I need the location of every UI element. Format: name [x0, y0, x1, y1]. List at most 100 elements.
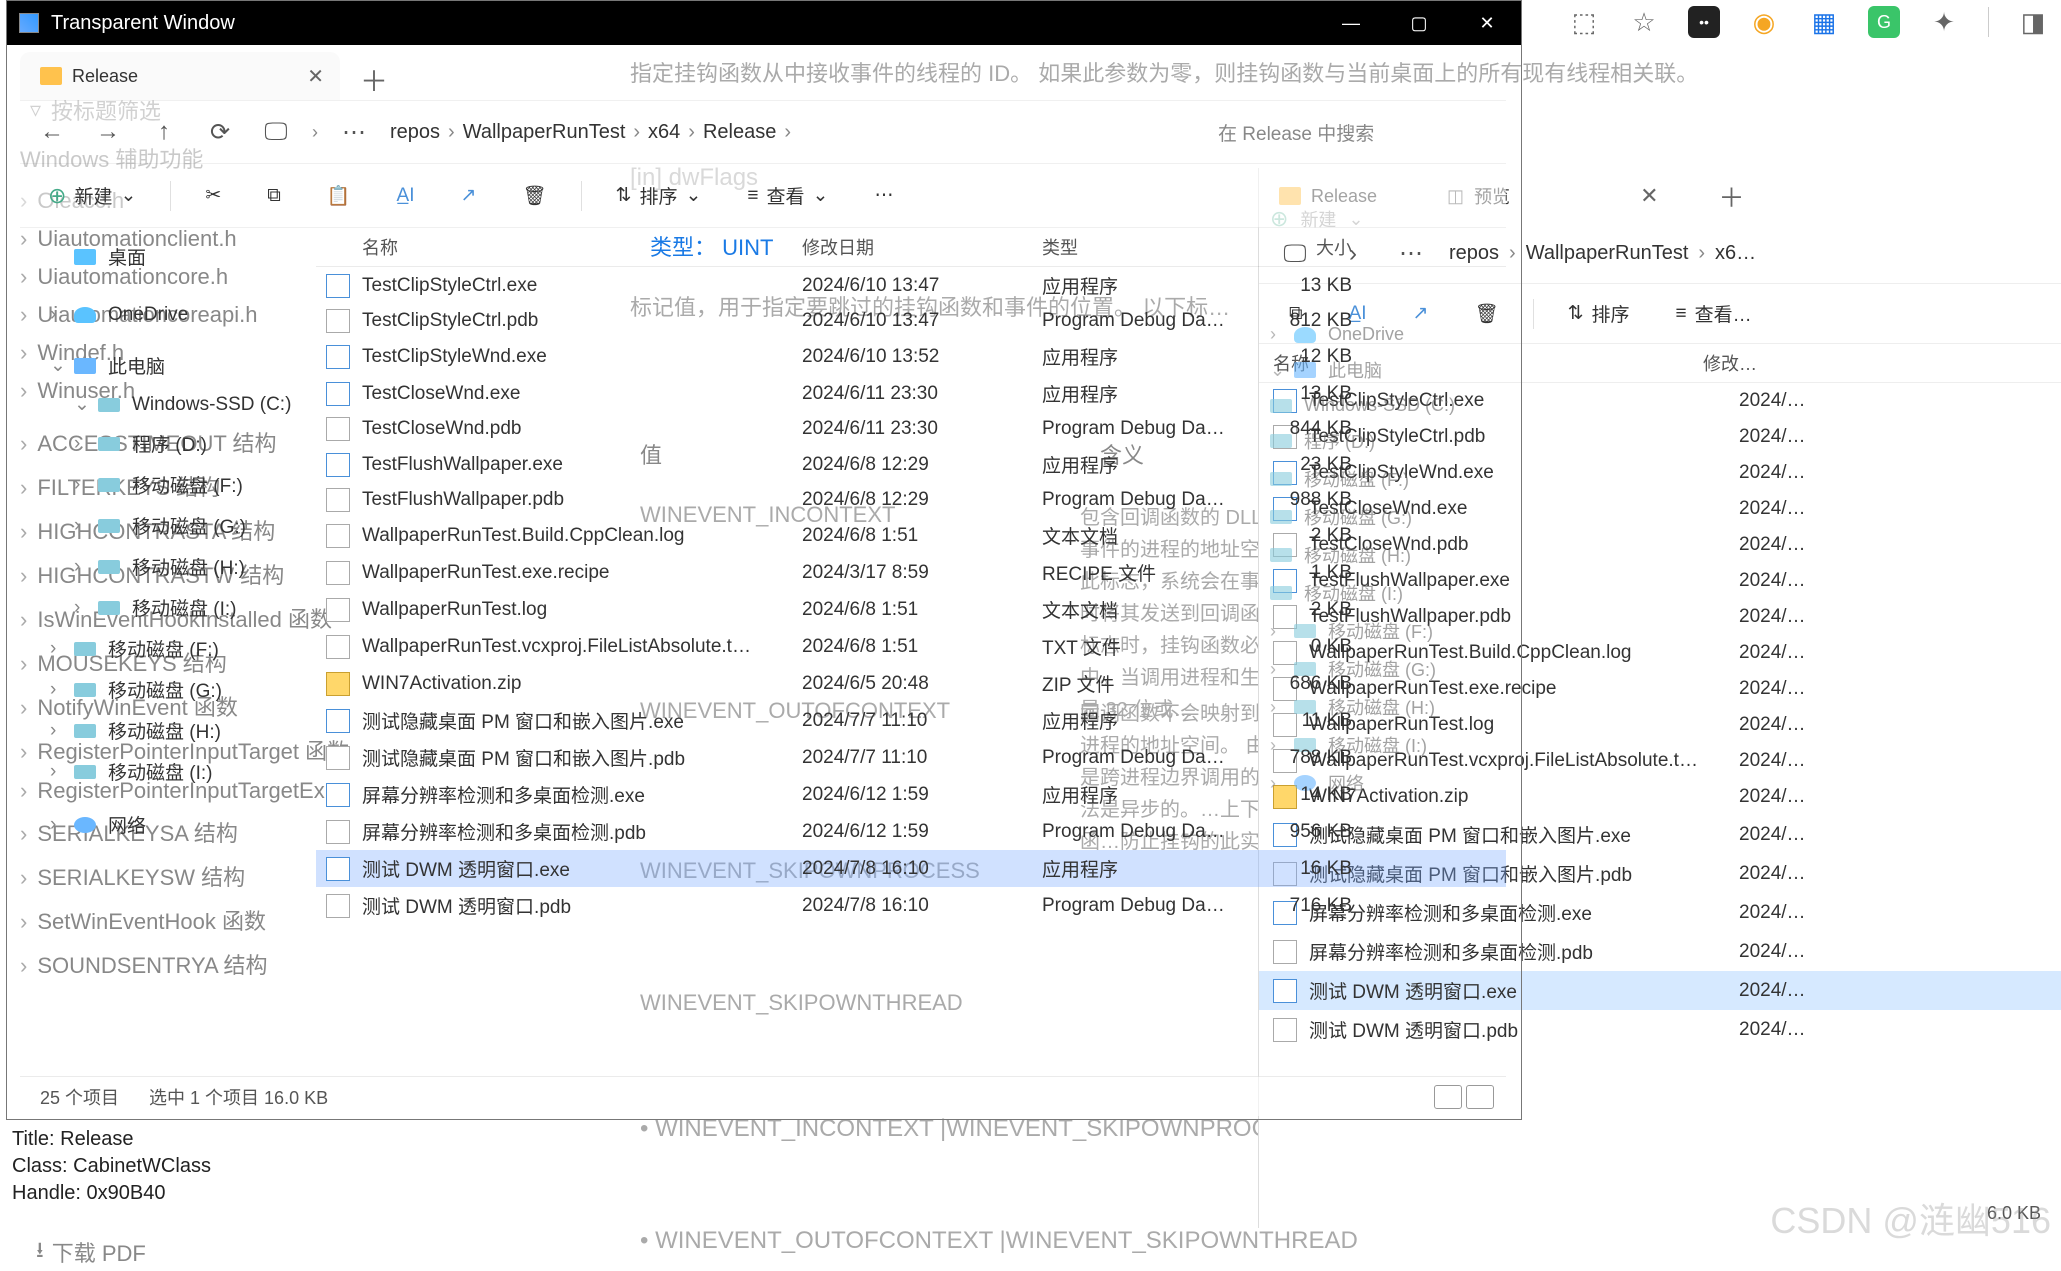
paste-button[interactable]: 📋 [315, 178, 363, 214]
file-row[interactable]: WallpaperRunTest.log2024/6/8 1:51文本文档2 K… [316, 591, 1506, 628]
file-icon [326, 524, 350, 548]
sidebar-toggle-icon[interactable]: ◨ [2017, 6, 2049, 38]
sidebar-onedrive[interactable]: ›OneDrive [20, 297, 316, 333]
file-row[interactable]: WallpaperRunTest.exe.recipe2024/3/17 8:5… [316, 554, 1506, 591]
file-icon [326, 309, 350, 333]
folder-icon [40, 67, 62, 85]
ext-dark-icon[interactable]: •• [1688, 6, 1720, 38]
extensions-icon[interactable]: ⬚ [1568, 6, 1600, 38]
copy-button[interactable]: ⧉ [255, 179, 293, 213]
refresh-button[interactable]: ⟳ [200, 112, 240, 152]
file-row[interactable]: TestCloseWnd.exe2024/6/11 23:30应用程序13 KB [316, 375, 1506, 412]
sidebar-i[interactable]: ›移动磁盘 (I:) [20, 587, 316, 628]
column-header[interactable]: 名称 修改日期 类型 大小 [316, 228, 1506, 267]
close-icon[interactable]: ✕ [307, 64, 324, 89]
col-name[interactable]: 名称 [362, 234, 802, 260]
window-title: Transparent Window [51, 12, 1317, 35]
file-row[interactable]: 测试隐藏桌面 PM 窗口和嵌入图片.exe2024/7/7 11:10应用程序1… [316, 702, 1506, 739]
file-row[interactable]: 屏幕分辨率检测和多桌面检测.exe2024/6/12 1:59应用程序14 KB [316, 776, 1506, 813]
breadcrumb[interactable]: repos› WallpaperRunTest› x64› Release› [390, 121, 1188, 144]
sort-button[interactable]: ⇅ 排序 ⌄ [604, 176, 714, 215]
file-row[interactable]: WallpaperRunTest.Build.CppClean.log2024/… [316, 517, 1506, 554]
sort-button[interactable]: ⇅ 排序 [1556, 294, 1642, 333]
sidebar-ssd[interactable]: ⌄Windows-SSD (C:) [20, 386, 316, 423]
toolbar: ⊕新建 ⌄ ✂ ⧉ 📋 A̲I ↗ 🗑 ⇅ 排序 ⌄ ≡ 查看 ⌄ ⋯ [20, 164, 1506, 228]
file-row[interactable]: 测试 DWM 透明窗口.pdb2024/7/8 16:10Program Deb… [316, 887, 1506, 924]
e2-breadcrumb[interactable]: repos› WallpaperRunTest› x6… [1449, 242, 2045, 265]
file-row[interactable]: TestClipStyleCtrl.exe2024/6/10 13:47应用程序… [316, 267, 1506, 304]
file-row[interactable]: 测试 DWM 透明窗口.exe2024/7/8 16:10应用程序16 KB [316, 850, 1506, 887]
new-button[interactable]: ⊕新建 ⌄ [36, 176, 148, 215]
file-area[interactable]: 名称 修改日期 类型 大小 TestClipStyleCtrl.exe2024/… [316, 228, 1506, 1116]
search-input[interactable]: 在 Release 中搜索 [1204, 110, 1494, 154]
crumb[interactable]: WallpaperRunTest [1526, 242, 1689, 265]
details-view-icon[interactable] [1434, 1085, 1462, 1109]
forward-button[interactable]: → [88, 112, 128, 152]
sidebar[interactable]: 桌面 ›OneDrive ⌄此电脑 ⌄Windows-SSD (C:) ›程序 … [20, 228, 316, 1116]
file-row[interactable]: WallpaperRunTest.vcxproj.FileListAbsolut… [316, 628, 1506, 665]
col-date[interactable]: 修改日期 [802, 234, 1042, 260]
ext-yellow-icon[interactable]: ◉ [1748, 6, 1780, 38]
puzzle-icon[interactable]: ✦ [1928, 6, 1960, 38]
view-button[interactable]: ≡ 查看… [1664, 294, 1764, 333]
sidebar-f2[interactable]: ›移动磁盘 (F:) [20, 628, 316, 669]
file-row[interactable]: TestFlushWallpaper.pdb2024/6/8 12:29Prog… [316, 483, 1506, 517]
monitor-icon[interactable]: 🖵 [256, 112, 296, 152]
titlebar[interactable]: Transparent Window — ▢ ✕ [7, 1, 1521, 45]
crumb[interactable]: Release [703, 121, 776, 144]
sidebar-h2[interactable]: ›移动磁盘 (H:) [20, 710, 316, 751]
sidebar-d[interactable]: ›程序 (D:) [20, 423, 316, 464]
sidebar-desktop[interactable]: 桌面 [20, 236, 316, 277]
sidebar-network[interactable]: ›网络 [20, 804, 316, 845]
drive-icon [74, 724, 96, 738]
ext-green-icon[interactable]: G [1868, 6, 1900, 38]
maximize-button[interactable]: ▢ [1385, 1, 1453, 45]
share-button[interactable]: ↗ [449, 178, 489, 213]
file-row[interactable]: WIN7Activation.zip2024/6/5 20:48ZIP 文件68… [316, 665, 1506, 702]
up-button[interactable]: ↑ [144, 112, 184, 152]
back-button[interactable]: ← [32, 112, 72, 152]
ext-blue-icon[interactable]: ▦ [1808, 6, 1840, 38]
delete-button[interactable]: 🗑 [510, 178, 558, 214]
crumb[interactable]: WallpaperRunTest [463, 121, 626, 144]
view-toggle[interactable] [1434, 1085, 1494, 1109]
file-list[interactable]: TestClipStyleCtrl.exe2024/6/10 13:47应用程序… [316, 267, 1506, 924]
sidebar-thispc[interactable]: ⌄此电脑 [20, 345, 316, 386]
col-type[interactable]: 类型 [1042, 234, 1242, 260]
cut-button[interactable]: ✂ [193, 178, 233, 213]
close-icon[interactable]: ✕ [1640, 183, 1658, 209]
sidebar-g[interactable]: ›移动磁盘 (G:) [20, 505, 316, 546]
file-row[interactable]: TestFlushWallpaper.exe2024/6/8 12:29应用程序… [316, 446, 1506, 483]
sidebar-i2[interactable]: ›移动磁盘 (I:) [20, 751, 316, 792]
more-button[interactable]: ⋯ [862, 178, 905, 213]
col-date[interactable]: 修改… [1703, 350, 1757, 376]
file-row[interactable]: TestClipStyleCtrl.pdb2024/6/10 13:47Prog… [316, 304, 1506, 338]
sidebar-f[interactable]: ›移动磁盘 (F:) [20, 464, 316, 505]
crumb[interactable]: x6… [1715, 242, 1756, 265]
file-name: 屏幕分辨率检测和多桌面检测.pdb [362, 818, 802, 845]
tiles-view-icon[interactable] [1466, 1085, 1494, 1109]
address-bar: ← → ↑ ⟳ 🖵 › ⋯ repos› WallpaperRunTest› x… [20, 100, 1506, 164]
favorite-icon[interactable]: ☆ [1628, 6, 1660, 38]
file-name: 测试 DWM 透明窗口.pdb [362, 892, 802, 919]
file-row[interactable]: 测试隐藏桌面 PM 窗口和嵌入图片.pdb2024/7/7 11:10Progr… [316, 739, 1506, 776]
tab-release[interactable]: Release ✕ [20, 52, 340, 100]
sidebar-g2[interactable]: ›移动磁盘 (G:) [20, 669, 316, 710]
more-icon[interactable]: ⋯ [334, 112, 374, 152]
new-tab-button[interactable]: ＋ [1719, 178, 1745, 215]
view-button[interactable]: ≡ 查看 ⌄ [735, 176, 840, 215]
file-row[interactable]: TestClipStyleWnd.exe2024/6/10 13:52应用程序1… [316, 338, 1506, 375]
file-row[interactable]: 屏幕分辨率检测和多桌面检测.pdb2024/6/12 1:59Program D… [316, 813, 1506, 850]
rename-button[interactable]: A̲I [385, 179, 427, 213]
sidebar-h[interactable]: ›移动磁盘 (H:) [20, 546, 316, 587]
app-icon [19, 13, 39, 33]
col-size[interactable]: 大小 [1242, 234, 1352, 260]
info-class: Class: CabinetWClass [12, 1153, 211, 1180]
new-tab-button[interactable]: ＋ [360, 60, 388, 100]
minimize-button[interactable]: — [1317, 1, 1385, 45]
file-date: 2024/6/8 12:29 [802, 489, 1042, 511]
file-row[interactable]: TestCloseWnd.pdb2024/6/11 23:30Program D… [316, 412, 1506, 446]
close-button[interactable]: ✕ [1453, 1, 1521, 45]
crumb[interactable]: x64 [648, 121, 680, 144]
crumb[interactable]: repos [390, 121, 440, 144]
